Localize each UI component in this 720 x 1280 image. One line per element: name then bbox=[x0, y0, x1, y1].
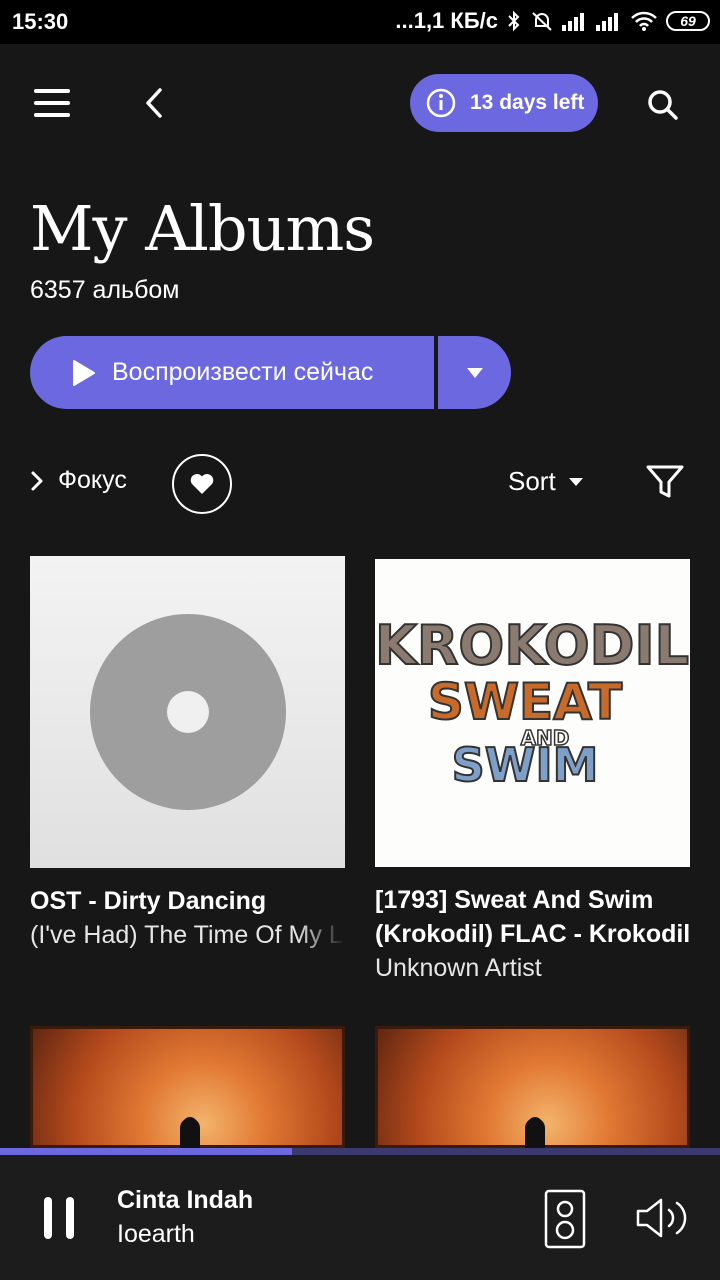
screen: 15:30 ...1,1 КБ/с 69 13 days left My Alb… bbox=[0, 0, 720, 1280]
now-playing-bar[interactable]: Cinta Indah Ioearth bbox=[0, 1155, 720, 1280]
wifi-icon bbox=[631, 11, 657, 31]
play-button-group: Воспроизвести сейчас bbox=[30, 336, 511, 409]
status-time: 15:30 bbox=[12, 9, 69, 34]
trial-days-label: 13 days left bbox=[470, 91, 585, 114]
krokodil-cover-art: KROKODIL SWEAT AND SWIM bbox=[375, 613, 690, 793]
info-icon bbox=[426, 88, 456, 118]
network-speed: ...1,1 КБ/с bbox=[395, 8, 498, 33]
play-now-label: Воспроизвести сейчас bbox=[112, 358, 374, 386]
signal-icon-2 bbox=[596, 13, 618, 31]
focus-label: Фокус bbox=[58, 466, 127, 494]
play-icon bbox=[73, 359, 95, 386]
signal-icon bbox=[562, 13, 584, 31]
cover-text-krokodil: KROKODIL bbox=[375, 614, 689, 677]
album-subtitle: (I've Had) The Time Of My Life bbox=[30, 921, 345, 949]
volume-icon bbox=[636, 1198, 687, 1238]
album-title: OST - Dirty Dancing bbox=[30, 887, 267, 915]
speaker-device-icon bbox=[544, 1189, 586, 1249]
status-bar: 15:30 ...1,1 КБ/с 69 bbox=[0, 0, 720, 44]
album-card[interactable]: KROKODIL SWEAT AND SWIM [1793] Sweat And… bbox=[375, 559, 690, 985]
caret-down-icon bbox=[568, 477, 583, 486]
play-now-button[interactable]: Воспроизвести сейчас bbox=[30, 336, 434, 409]
album-cover-placeholder bbox=[30, 556, 345, 868]
mute-icon bbox=[532, 12, 552, 31]
album-title-line-2: (Krokodil) FLAC - Krokodil bbox=[375, 920, 690, 948]
menu-icon bbox=[34, 89, 70, 117]
search-icon bbox=[648, 90, 678, 120]
playback-progress-fill bbox=[0, 1148, 292, 1155]
sort-label: Sort bbox=[508, 466, 556, 496]
album-card[interactable]: OST - Dirty Dancing (I've Had) The Time … bbox=[30, 556, 345, 952]
album-title: [1793] Sweat And Swim bbox=[375, 886, 654, 914]
back-button[interactable] bbox=[134, 80, 174, 126]
status-icons: ...1,1 КБ/с 69 bbox=[395, 8, 710, 34]
album-card[interactable] bbox=[30, 1026, 345, 1148]
search-button[interactable] bbox=[640, 82, 686, 128]
pause-icon bbox=[44, 1197, 74, 1239]
battery-indicator: 69 bbox=[666, 11, 710, 31]
album-artist: Unknown Artist bbox=[375, 954, 542, 982]
filter-icon bbox=[646, 465, 684, 498]
cover-text-swim: SWIM bbox=[452, 738, 599, 792]
now-playing-artist: Ioearth bbox=[117, 1220, 195, 1248]
sunset-cover-art bbox=[30, 1026, 345, 1148]
disc-icon bbox=[89, 614, 286, 810]
volume-button[interactable] bbox=[634, 1195, 692, 1241]
play-options-button[interactable] bbox=[438, 336, 511, 409]
album-cover: KROKODIL SWEAT AND SWIM bbox=[375, 559, 690, 867]
cover-text-sweat: SWEAT bbox=[428, 673, 622, 731]
heart-icon bbox=[190, 474, 214, 494]
album-card[interactable] bbox=[375, 1026, 690, 1148]
album-cover bbox=[375, 1026, 690, 1148]
filter-button[interactable] bbox=[644, 462, 686, 502]
sunset-cover-art bbox=[375, 1026, 690, 1148]
album-count: 6357 альбом bbox=[30, 276, 180, 304]
menu-button[interactable] bbox=[26, 80, 78, 126]
sort-button[interactable]: Sort bbox=[508, 466, 584, 497]
trial-days-button[interactable]: 13 days left bbox=[410, 74, 598, 132]
pause-button[interactable] bbox=[38, 1193, 80, 1243]
caret-down-icon bbox=[466, 367, 483, 378]
output-device-button[interactable] bbox=[542, 1187, 588, 1251]
now-playing-title: Cinta Indah bbox=[117, 1186, 254, 1214]
page-title: My Albums bbox=[30, 192, 375, 265]
bluetooth-icon bbox=[508, 10, 520, 32]
chevron-right-icon bbox=[31, 471, 43, 490]
back-arrow-icon bbox=[146, 88, 162, 118]
album-cover bbox=[30, 1026, 345, 1148]
top-bar: 13 days left bbox=[0, 44, 720, 164]
focus-filter[interactable]: Фокус bbox=[30, 466, 127, 495]
favorites-filter-button[interactable] bbox=[172, 454, 232, 514]
